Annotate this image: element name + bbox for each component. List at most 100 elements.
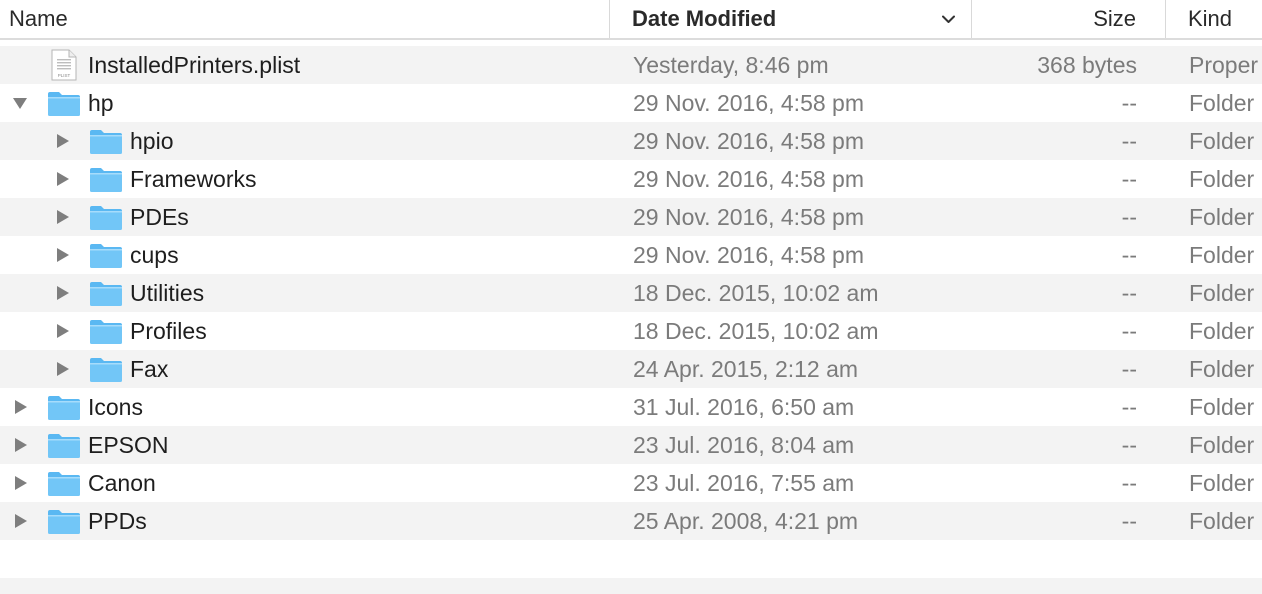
folder-icon: [48, 434, 80, 458]
item-name: InstalledPrinters.plist: [88, 52, 301, 78]
item-name: Canon: [88, 470, 156, 496]
item-kind: Folder: [1189, 204, 1255, 230]
folder-icon: [90, 206, 122, 230]
item-name: Utilities: [130, 280, 205, 306]
folder-icon: [90, 244, 122, 268]
folder-icon: [90, 320, 122, 344]
file-list: PLIST InstalledPrinters.plist Yesterday, 8…: [0, 46, 1262, 540]
item-size: --: [1121, 204, 1137, 230]
list-row[interactable]: Utilities 18 Dec. 2015, 10:02 am -- Folder: [0, 274, 1262, 312]
item-size: --: [1121, 318, 1137, 344]
column-header-size[interactable]: Size: [972, 0, 1166, 38]
folder-icon: [90, 130, 122, 154]
item-name: Fax: [130, 356, 169, 382]
folder-icon: [48, 510, 80, 534]
item-date-modified: 29 Nov. 2016, 4:58 pm: [633, 166, 864, 192]
svg-text:PLIST: PLIST: [58, 73, 71, 78]
item-name: PPDs: [88, 508, 147, 534]
folder-icon: [90, 282, 122, 306]
column-header-date-label: Date Modified: [632, 6, 777, 31]
item-date-modified: 29 Nov. 2016, 4:58 pm: [633, 90, 864, 116]
folder-icon: [90, 358, 122, 382]
list-row[interactable]: Canon 23 Jul. 2016, 7:55 am -- Folder: [0, 464, 1262, 502]
item-date-modified: Yesterday, 8:46 pm: [633, 52, 829, 78]
list-row[interactable]: EPSON 23 Jul. 2016, 8:04 am -- Folder: [0, 426, 1262, 464]
item-kind: Folder: [1189, 280, 1255, 306]
disclosure-collapsed-icon[interactable]: [54, 323, 70, 339]
list-row[interactable]: hpio 29 Nov. 2016, 4:58 pm -- Folder: [0, 122, 1262, 160]
item-size: --: [1121, 166, 1137, 192]
plist-file-icon: PLIST: [51, 49, 77, 81]
list-row[interactable]: Profiles 18 Dec. 2015, 10:02 am -- Folder: [0, 312, 1262, 350]
item-kind: Folder: [1189, 90, 1255, 116]
item-name: EPSON: [88, 432, 169, 458]
disclosure-collapsed-icon[interactable]: [54, 171, 70, 187]
item-size: --: [1121, 508, 1137, 534]
disclosure-collapsed-icon[interactable]: [12, 399, 28, 415]
column-header-date-modified[interactable]: Date Modified: [610, 0, 972, 38]
list-row[interactable]: PLIST InstalledPrinters.plist Yesterday, 8…: [0, 46, 1262, 84]
item-kind: Proper: [1189, 52, 1259, 78]
disclosure-collapsed-icon[interactable]: [12, 437, 28, 453]
item-size: --: [1121, 90, 1137, 116]
item-date-modified: 31 Jul. 2016, 6:50 am: [633, 394, 855, 420]
list-row[interactable]: PDEs 29 Nov. 2016, 4:58 pm -- Folder: [0, 198, 1262, 236]
disclosure-collapsed-icon[interactable]: [54, 285, 70, 301]
disclosure-collapsed-icon[interactable]: [54, 247, 70, 263]
list-row[interactable]: Frameworks 29 Nov. 2016, 4:58 pm -- Folder: [0, 160, 1262, 198]
item-name: Profiles: [130, 318, 207, 344]
item-kind: Folder: [1189, 432, 1255, 458]
item-kind: Folder: [1189, 470, 1255, 496]
folder-icon: [48, 472, 80, 496]
item-date-modified: 29 Nov. 2016, 4:58 pm: [633, 128, 864, 154]
column-header-kind[interactable]: Kind: [1166, 0, 1262, 38]
item-size: --: [1121, 128, 1137, 154]
item-date-modified: 18 Dec. 2015, 10:02 am: [633, 318, 879, 344]
item-size: --: [1121, 432, 1137, 458]
item-name: PDEs: [130, 204, 189, 230]
item-kind: Folder: [1189, 356, 1255, 382]
disclosure-collapsed-icon[interactable]: [12, 513, 28, 529]
item-name: cups: [130, 242, 179, 268]
chevron-down-icon: [942, 15, 955, 23]
item-size: --: [1121, 470, 1137, 496]
item-kind: Folder: [1189, 318, 1255, 344]
folder-icon: [48, 396, 80, 420]
item-kind: Folder: [1189, 394, 1255, 420]
column-header-bar: Name Date Modified Size Kind: [0, 0, 1262, 40]
item-size: --: [1121, 242, 1137, 268]
column-header-name[interactable]: Name: [0, 0, 610, 38]
item-size: --: [1121, 394, 1137, 420]
item-kind: Folder: [1189, 128, 1255, 154]
item-kind: Folder: [1189, 242, 1255, 268]
disclosure-expanded-icon[interactable]: [12, 95, 28, 111]
item-date-modified: 29 Nov. 2016, 4:58 pm: [633, 204, 864, 230]
item-name: hp: [88, 90, 114, 116]
list-row[interactable]: PPDs 25 Apr. 2008, 4:21 pm -- Folder: [0, 502, 1262, 540]
item-date-modified: 18 Dec. 2015, 10:02 am: [633, 280, 879, 306]
empty-row: [0, 578, 1262, 594]
list-row[interactable]: cups 29 Nov. 2016, 4:58 pm -- Folder: [0, 236, 1262, 274]
disclosure-collapsed-icon[interactable]: [12, 475, 28, 491]
disclosure-collapsed-icon[interactable]: [54, 209, 70, 225]
folder-icon: [48, 92, 80, 116]
disclosure-collapsed-icon[interactable]: [54, 361, 70, 377]
item-name: Icons: [88, 394, 143, 420]
item-date-modified: 23 Jul. 2016, 8:04 am: [633, 432, 855, 458]
item-name: Frameworks: [130, 166, 257, 192]
item-size: --: [1121, 280, 1137, 306]
item-size: --: [1121, 356, 1137, 382]
folder-icon: [90, 168, 122, 192]
item-date-modified: 24 Apr. 2015, 2:12 am: [633, 356, 859, 382]
list-row[interactable]: Fax 24 Apr. 2015, 2:12 am -- Folder: [0, 350, 1262, 388]
item-date-modified: 25 Apr. 2008, 4:21 pm: [633, 508, 859, 534]
disclosure-collapsed-icon[interactable]: [54, 133, 70, 149]
item-name: hpio: [130, 128, 174, 154]
item-kind: Folder: [1189, 508, 1255, 534]
item-date-modified: 29 Nov. 2016, 4:58 pm: [633, 242, 864, 268]
item-kind: Folder: [1189, 166, 1255, 192]
list-row[interactable]: Icons 31 Jul. 2016, 6:50 am -- Folder: [0, 388, 1262, 426]
list-row[interactable]: hp 29 Nov. 2016, 4:58 pm -- Folder: [0, 84, 1262, 122]
item-date-modified: 23 Jul. 2016, 7:55 am: [633, 470, 855, 496]
item-size: 368 bytes: [1037, 52, 1137, 78]
